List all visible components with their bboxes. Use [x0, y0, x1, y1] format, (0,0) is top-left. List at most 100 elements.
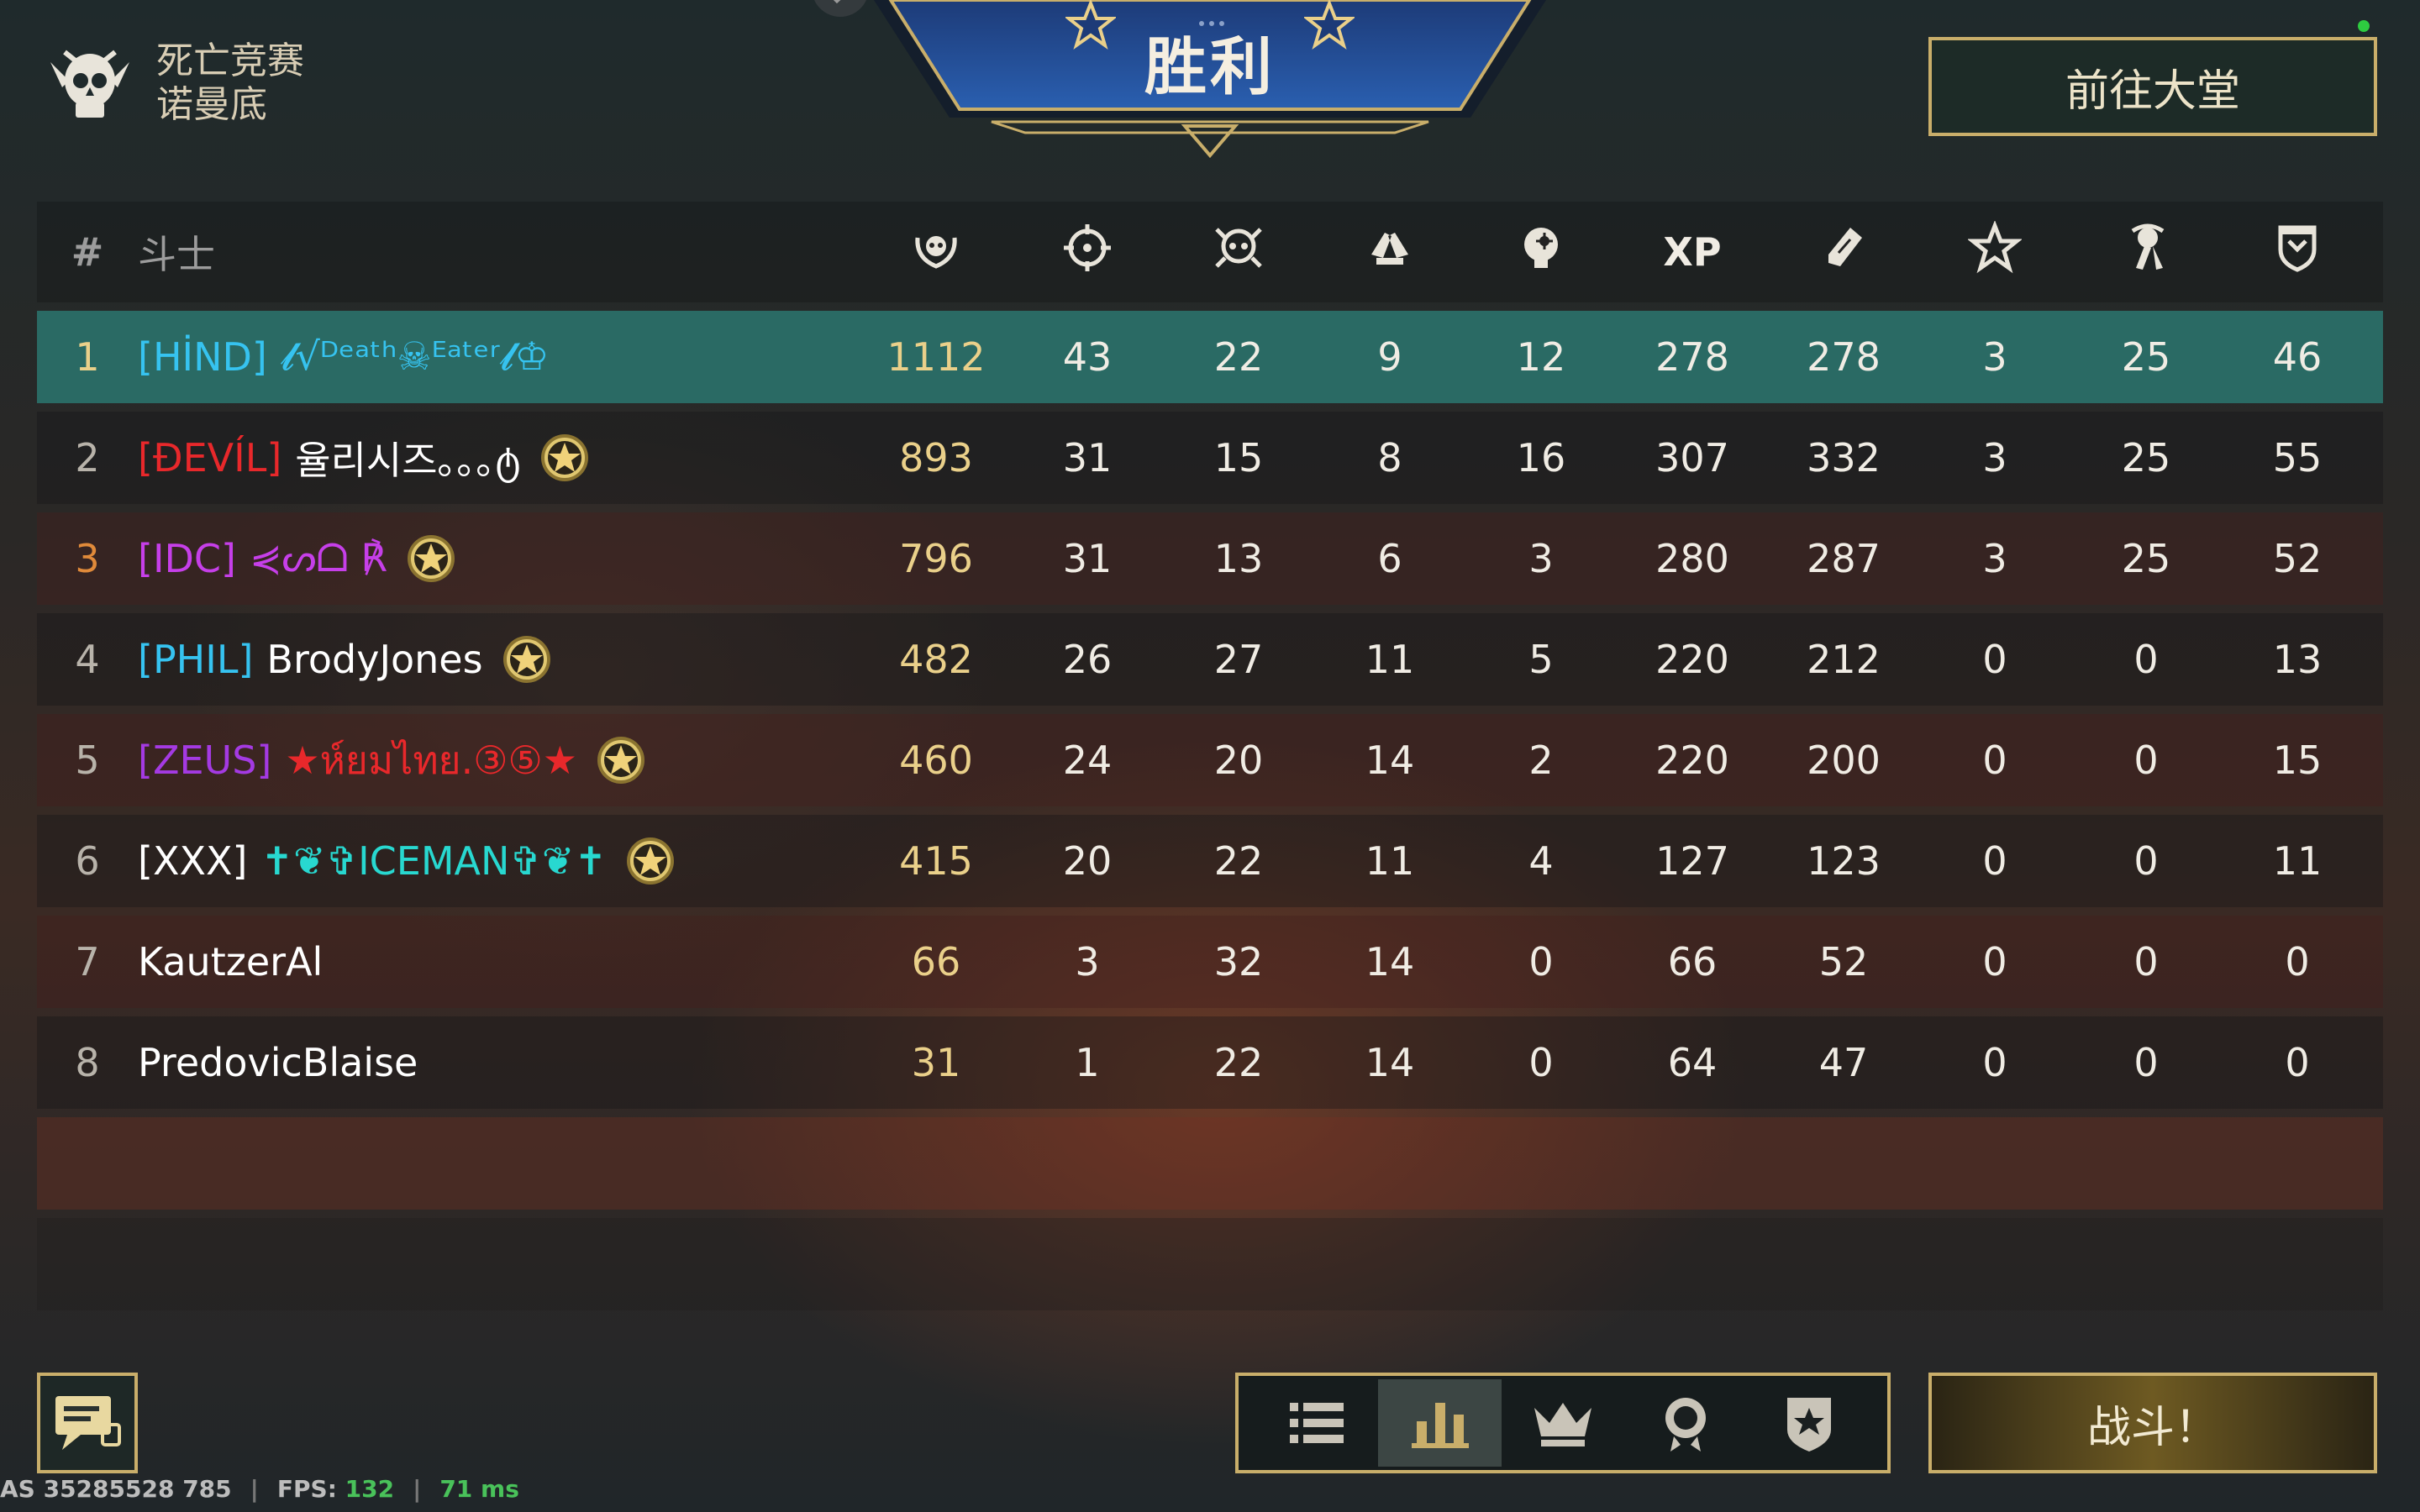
player-name[interactable]: [XXX] ✝❦✞ICEMAN✞❦✝: [138, 834, 860, 888]
clan-tag: [IDC]: [138, 536, 236, 581]
player-nickname: ★ห์ยมไทย.③⑤★: [285, 737, 577, 783]
stat-cell: 3: [1982, 334, 2007, 380]
player-nickname: ⋞ᔕᗝ ℟: [250, 535, 387, 580]
go-to-lobby-button[interactable]: 前往大堂: [1928, 37, 2377, 136]
fight-button[interactable]: 战斗！: [1928, 1373, 2377, 1473]
clan-tag: [XXX]: [138, 838, 248, 884]
stat-cell: 11: [2272, 838, 2323, 884]
player-name[interactable]: [IDC] ⋞ᔕᗝ ℟: [138, 532, 860, 585]
stat-cell: 52: [1818, 939, 1869, 984]
score-wreath-icon: [915, 235, 957, 269]
headshot-icon: [1524, 227, 1558, 268]
crown-icon: [1534, 1403, 1592, 1446]
stat-cell: 307: [1655, 435, 1729, 480]
tab-list[interactable]: [1255, 1379, 1378, 1467]
stat-cell: 893: [899, 435, 973, 480]
stat-cell: 3: [1982, 536, 2007, 581]
stat-cell: 11: [1365, 838, 1415, 884]
stat-cell: 3: [1528, 536, 1554, 581]
scoreboard: # 斗士 XP 1 [HİND] 𝓵√ᴰᵉᵃᵗʰ☠ᴱᵃᵗᵉʳ𝓵♔ 1112 43 22 9 1…: [37, 202, 2383, 1310]
player-name[interactable]: [PHIL] BrodyJones: [138, 633, 860, 686]
assist-hands-icon: [1371, 232, 1408, 265]
clan-tag: [HİND]: [138, 334, 267, 380]
stat-cell: 13: [1213, 536, 1264, 581]
gold-star-badge-icon: [502, 636, 550, 683]
table-row[interactable]: 4 [PHIL] BrodyJones 482 26 27 11 5 220 212 0 0 13: [37, 613, 2383, 706]
shield-icon: [2278, 225, 2317, 272]
stat-cell: 796: [899, 536, 973, 581]
fps-value: 132: [345, 1475, 395, 1503]
player-name[interactable]: [ĐEVÍL] 율리시즈｡｡｡ტ: [138, 430, 860, 486]
stat-cell: 0: [2133, 838, 2159, 884]
player-name[interactable]: [ZEUS] ★ห์ยมไทย.③⑤★: [138, 730, 860, 791]
chat-button[interactable]: [37, 1373, 138, 1473]
player-nickname: 𝓵√ᴰᵉᵃᵗʰ☠ᴱᵃᵗᵉʳ𝓵♔: [280, 333, 550, 379]
rank: 2: [75, 435, 100, 480]
stat-cell: 27: [1213, 637, 1264, 682]
table-row[interactable]: 6 [XXX] ✝❦✞ICEMAN✞❦✝ 415 20 22 11 4 127 123 0 0 11: [37, 815, 2383, 907]
table-row[interactable]: 7 KautzerAl 66 3 32 14 0 66 52 0 0 0: [37, 916, 2383, 1008]
table-row[interactable]: 1 [HİND] 𝓵√ᴰᵉᵃᵗʰ☠ᴱᵃᵗᵉʳ𝓵♔ 1112 43 22 9 12 278 278 3…: [37, 311, 2383, 403]
gold-star-badge-icon: [540, 434, 588, 481]
stat-cell: 0: [1982, 738, 2007, 783]
rank: 5: [75, 738, 100, 783]
table-row[interactable]: 8 PredovicBlaise 31 1 22 14 0 64 47 0 0 0: [37, 1016, 2383, 1109]
xp-header: XP: [1663, 229, 1722, 275]
stat-cell: 66: [1667, 939, 1718, 984]
stat-cell: 22: [1213, 334, 1264, 380]
stat-cell: 0: [1982, 637, 2007, 682]
stat-cell: 14: [1365, 738, 1415, 783]
clan-tag: [PHIL]: [138, 637, 254, 682]
fighter-header: 斗士: [138, 232, 215, 277]
rank-header: #: [71, 229, 104, 275]
stat-cell: 13: [2272, 637, 2323, 682]
stat-cell: 24: [1062, 738, 1113, 783]
stat-cell: 25: [2121, 334, 2171, 380]
stat-cell: 1: [1075, 1040, 1100, 1085]
rank: 6: [75, 838, 100, 884]
table-row[interactable]: 3 [IDC] ⋞ᔕᗝ ℟ 796 31 13 6 3 280 287 3 25 52: [37, 512, 2383, 605]
stat-cell: 460: [899, 738, 973, 783]
chat-icon: [55, 1396, 121, 1450]
crosshair-icon: [1064, 223, 1111, 271]
rank: 3: [75, 536, 100, 581]
results-tab-bar: [1235, 1373, 1891, 1473]
tab-stats[interactable]: [1378, 1379, 1502, 1467]
player-nickname: KautzerAl: [138, 939, 324, 984]
tab-achievements[interactable]: [1748, 1379, 1870, 1467]
tab-rewards[interactable]: [1624, 1379, 1747, 1467]
star-icon: [1968, 220, 2022, 273]
player-nickname: 율리시즈｡｡｡ტ: [295, 438, 521, 483]
stat-cell: 280: [1655, 536, 1729, 581]
stat-cell: 46: [2272, 334, 2323, 380]
stat-cell: 0: [2285, 1040, 2310, 1085]
victory-title: 胜利: [1144, 31, 1276, 103]
table-row[interactable]: 5 [ZEUS] ★ห์ยมไทย.③⑤★ 460 24 20 14 2 220 200 0 0 15: [37, 714, 2383, 806]
victory-banner: 胜利: [849, 0, 1571, 160]
player-name[interactable]: [HİND] 𝓵√ᴰᵉᵃᵗʰ☠ᴱᵃᵗᵉʳ𝓵♔: [138, 333, 860, 381]
empty-row: [37, 1117, 2383, 1210]
stat-cell: 9: [1377, 334, 1402, 380]
medal-icon: [2131, 223, 2165, 270]
stat-cell: 31: [1062, 536, 1113, 581]
stat-cell: 4: [1528, 838, 1554, 884]
rank: 4: [75, 637, 100, 682]
stat-cell: 0: [1982, 1040, 2007, 1085]
stat-cell: 212: [1807, 637, 1881, 682]
stat-cell: 123: [1807, 838, 1881, 884]
list-icon: [1290, 1403, 1344, 1443]
ticket-icon: [1828, 227, 1862, 266]
player-nickname: ✝❦✞ICEMAN✞❦✝: [260, 838, 608, 884]
ribbon-medal-icon: [1665, 1398, 1707, 1452]
stat-cell: 0: [1982, 939, 2007, 984]
tab-rank[interactable]: [1502, 1379, 1624, 1467]
player-name[interactable]: KautzerAl: [138, 939, 860, 984]
status-bar: AS 35285528 785 | FPS: 132 | 71 ms: [0, 1475, 519, 1503]
stat-cell: 14: [1365, 939, 1415, 984]
gold-star-badge-icon: [407, 535, 455, 582]
stat-cell: 52: [2272, 536, 2323, 581]
stat-cell: 0: [1982, 838, 2007, 884]
player-name[interactable]: PredovicBlaise: [138, 1040, 860, 1085]
stat-cell: 25: [2121, 435, 2171, 480]
table-row[interactable]: 2 [ĐEVÍL] 율리시즈｡｡｡ტ 893 31 15 8 16 307 332 3 25 55: [37, 412, 2383, 504]
